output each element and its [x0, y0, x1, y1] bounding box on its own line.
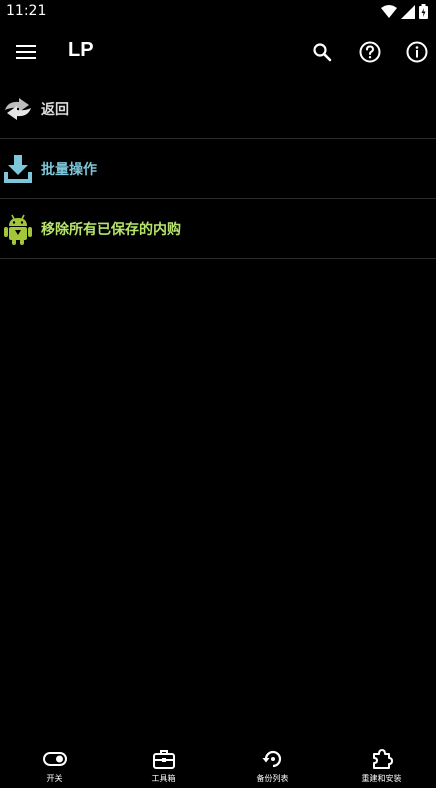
- list-item-label: 移除所有已保存的内购: [41, 222, 181, 238]
- nav-label: 重建和安装: [361, 774, 402, 783]
- search-icon: [313, 43, 332, 62]
- list-item-remove-purchases[interactable]: 移除所有已保存的内购: [0, 199, 436, 259]
- app-title: LP: [68, 39, 94, 61]
- list-item-back[interactable]: 返回: [0, 79, 436, 139]
- status-time: 11:21: [6, 3, 47, 19]
- nav-label: 工具箱: [151, 774, 176, 783]
- back-icon: [2, 93, 34, 125]
- list-item-label: 返回: [41, 102, 69, 118]
- toolbox-icon: [152, 748, 176, 770]
- signal-icon: [401, 4, 415, 19]
- battery-icon: [419, 4, 428, 19]
- bottom-nav: 开关 工具箱 备份列表 重建和安装: [0, 742, 436, 788]
- menu-list: 返回 批量操作 移除所有已保存的内购: [0, 79, 436, 259]
- app-bar: LP: [0, 24, 436, 80]
- info-icon: [406, 41, 428, 63]
- wifi-icon: [381, 4, 397, 18]
- android-icon: [2, 213, 34, 245]
- search-button[interactable]: [308, 38, 336, 66]
- help-button[interactable]: [356, 38, 384, 66]
- status-bar: 11:21: [0, 0, 436, 24]
- list-item-batch[interactable]: 批量操作: [0, 139, 436, 199]
- nav-item-toggle[interactable]: 开关: [0, 742, 109, 788]
- puzzle-icon: [370, 748, 394, 770]
- nav-label: 备份列表: [256, 774, 289, 783]
- info-button[interactable]: [403, 38, 431, 66]
- nav-label: 开关: [46, 774, 63, 783]
- toggle-icon: [42, 748, 67, 770]
- nav-item-rebuild-install[interactable]: 重建和安装: [327, 742, 436, 788]
- menu-icon: [16, 45, 36, 59]
- status-icons: [381, 4, 428, 19]
- download-icon: [2, 153, 34, 185]
- help-icon: [359, 41, 381, 63]
- nav-item-backup[interactable]: 备份列表: [218, 742, 327, 788]
- list-item-label: 批量操作: [41, 162, 97, 178]
- nav-item-toolbox[interactable]: 工具箱: [109, 742, 218, 788]
- backup-icon: [261, 748, 285, 770]
- menu-button[interactable]: [12, 38, 40, 66]
